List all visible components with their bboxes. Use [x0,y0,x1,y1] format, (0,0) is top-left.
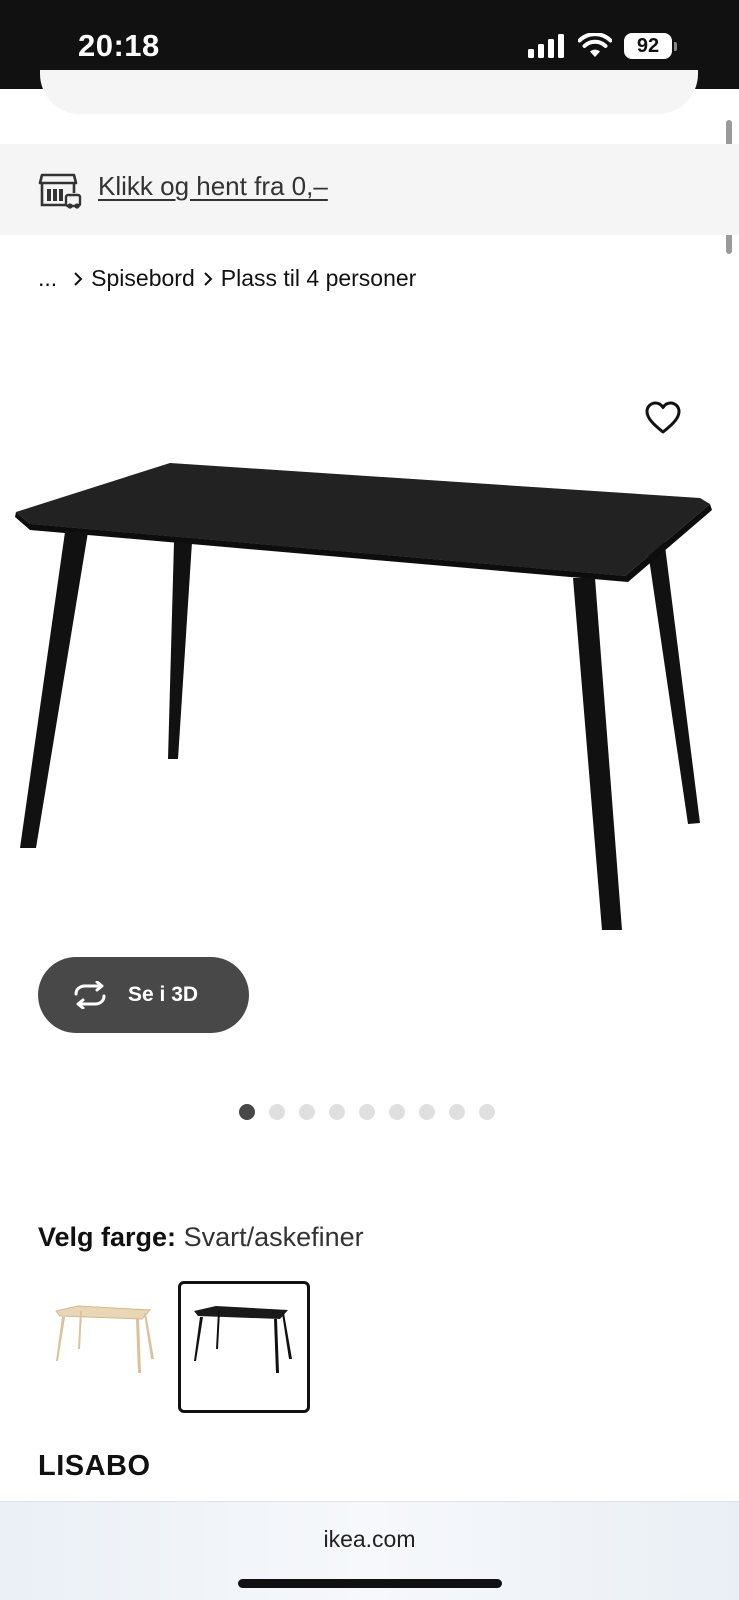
status-time: 20:18 [78,28,160,63]
battery-nub [674,41,677,51]
color-select-label: Velg farge: Svart/askefiner [38,1222,364,1253]
color-swatch-ash-veneer[interactable] [40,1281,172,1413]
carousel-dot[interactable] [239,1104,255,1120]
view-3d-button[interactable]: Se i 3D [38,957,249,1033]
home-indicator[interactable] [238,1579,502,1588]
store-pickup-icon [38,173,82,209]
carousel-dot[interactable] [359,1104,375,1120]
battery-level: 92 [624,33,672,59]
color-selected-value: Svart/askefiner [183,1222,364,1252]
carousel-dot[interactable] [449,1104,465,1120]
color-label-key: Velg farge: [38,1222,177,1252]
heart-icon[interactable] [645,401,681,435]
carousel-dot[interactable] [389,1104,405,1120]
chevron-right-icon [195,271,221,286]
product-image-table[interactable] [10,460,730,960]
carousel-dot[interactable] [479,1104,495,1120]
carousel-dot[interactable] [299,1104,315,1120]
color-swatch-black-ash-veneer[interactable] [178,1281,310,1413]
click-and-collect-banner[interactable]: Klikk og hent fra 0,– [0,144,739,235]
view-3d-label: Se i 3D [128,983,199,1006]
breadcrumb-ellipsis[interactable]: ... [38,265,57,292]
carousel-dots [239,1104,495,1120]
url-text[interactable]: ikea.com [0,1526,739,1553]
chevron-right-icon [65,271,91,286]
breadcrumb: ... Spisebord Plass til 4 personer [38,265,416,292]
search-bar[interactable] [40,70,698,114]
table-thumbnail-black [194,1306,292,1373]
product-name: LISABO [38,1450,151,1482]
wifi-icon [578,33,612,57]
carousel-dot[interactable] [269,1104,285,1120]
status-icons: 92 [528,33,677,59]
rotate-icon [74,981,106,1009]
cellular-signal-icon [528,34,564,58]
battery-indicator: 92 [624,33,677,59]
carousel-dot[interactable] [419,1104,435,1120]
browser-address-bar[interactable]: ikea.com [0,1501,739,1600]
breadcrumb-item-spisebord[interactable]: Spisebord [91,265,195,292]
carousel-dot[interactable] [329,1104,345,1120]
breadcrumb-item-plass[interactable]: Plass til 4 personer [221,265,417,292]
table-thumbnail-light [55,1305,154,1373]
click-and-collect-link[interactable]: Klikk og hent fra 0,– [98,171,328,202]
